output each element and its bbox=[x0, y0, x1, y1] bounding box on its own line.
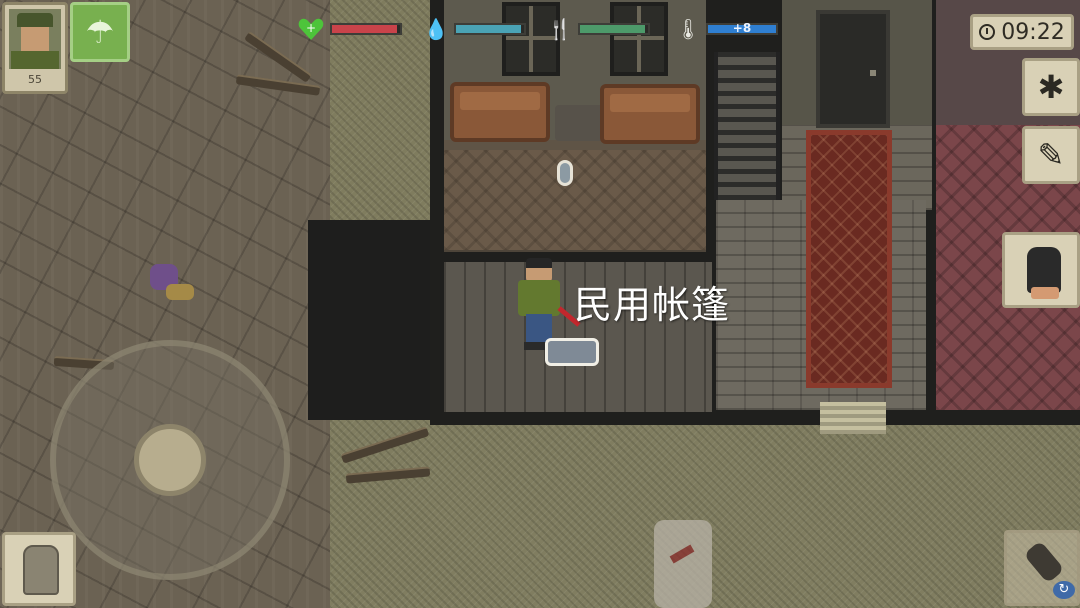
gear-icon: ✱ bbox=[1037, 68, 1065, 106]
clock-time: 09:22 bbox=[1001, 19, 1065, 45]
coffee-table bbox=[555, 105, 603, 141]
backpack-button[interactable] bbox=[2, 532, 76, 606]
hunger-stat: 🍴 bbox=[548, 14, 650, 44]
clock-icon bbox=[979, 24, 996, 40]
hunger-bar bbox=[578, 23, 650, 35]
avatar bbox=[9, 9, 61, 69]
fork-knife-icon: 🍴 bbox=[547, 17, 573, 41]
game-clock: 09:22 bbox=[970, 14, 1074, 50]
fist-icon bbox=[1023, 540, 1065, 584]
heart-icon: + bbox=[298, 17, 324, 41]
bottle-item[interactable] bbox=[557, 160, 573, 186]
player-level: 55 bbox=[28, 73, 42, 86]
interact-button[interactable] bbox=[1002, 232, 1080, 308]
thermometer-icon: 🌡 bbox=[675, 17, 701, 41]
sofa bbox=[450, 82, 550, 142]
entrance-steps bbox=[820, 402, 886, 434]
airdrop-button[interactable]: ☂ bbox=[70, 2, 130, 62]
health-stat: + bbox=[298, 14, 402, 44]
thirst-stat: 💧 bbox=[424, 14, 526, 44]
notebook-icon: ✎ bbox=[1037, 136, 1065, 174]
staircase bbox=[714, 52, 780, 200]
settings-button[interactable]: ✱ bbox=[1022, 58, 1080, 116]
sofa bbox=[600, 84, 700, 144]
water-drop-icon: 💧 bbox=[423, 17, 449, 41]
dark-annex bbox=[308, 220, 448, 420]
living-room-floor bbox=[444, 150, 706, 250]
player-portrait[interactable]: 55 bbox=[2, 2, 68, 94]
notes-button[interactable]: ✎ bbox=[1022, 126, 1080, 184]
item-label: 民用帐篷 bbox=[574, 283, 731, 327]
weapon-button[interactable]: ↻ bbox=[1004, 530, 1080, 606]
parachute-icon: ☂ bbox=[85, 13, 115, 51]
temperature-value: +8 bbox=[732, 21, 752, 35]
joystick-knob[interactable] bbox=[134, 424, 206, 496]
bag-item[interactable] bbox=[150, 258, 194, 302]
zombie[interactable] bbox=[654, 520, 712, 608]
thirst-bar bbox=[454, 23, 526, 35]
tent-item[interactable] bbox=[545, 338, 599, 366]
hand-fingers bbox=[1031, 287, 1059, 299]
red-rug bbox=[806, 130, 892, 388]
temperature-bar: +8 bbox=[706, 21, 778, 35]
door[interactable] bbox=[816, 10, 890, 128]
health-bar bbox=[330, 23, 402, 35]
swap-icon[interactable]: ↻ bbox=[1053, 581, 1075, 599]
backpack-icon bbox=[23, 545, 59, 595]
temperature-stat: 🌡 +8 bbox=[675, 14, 778, 44]
